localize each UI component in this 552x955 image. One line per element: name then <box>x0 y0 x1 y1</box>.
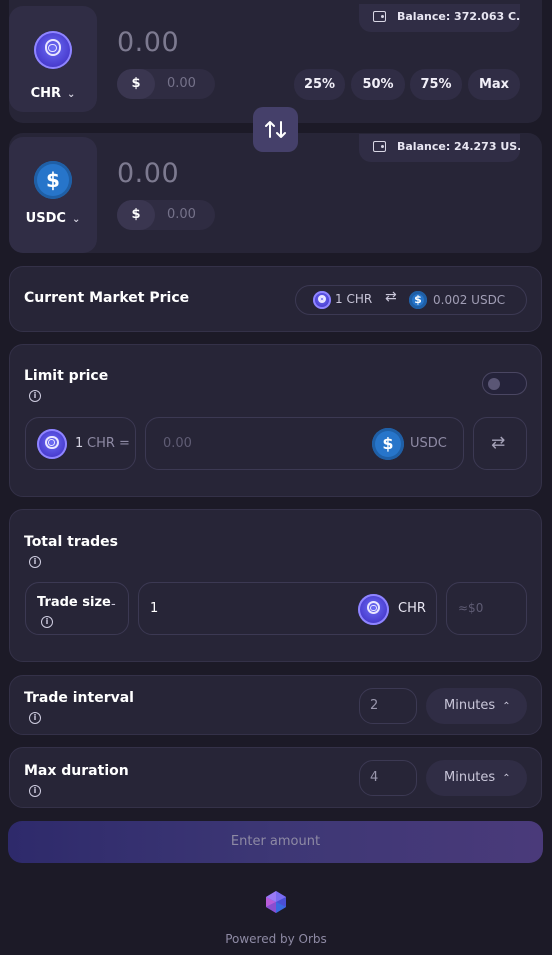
total-trades-value: 1 <box>150 601 159 616</box>
limit-quote-symbol: USDC <box>410 436 447 451</box>
info-icon[interactable]: i <box>29 556 41 568</box>
limit-base-amount: 1 <box>75 436 84 451</box>
percent-75-button[interactable]: 75% <box>410 69 462 100</box>
chr-token-icon <box>313 291 331 309</box>
orbs-logo-icon <box>266 891 286 913</box>
percent-25-button[interactable]: 25% <box>294 69 345 100</box>
swap-arrows-icon <box>265 121 286 138</box>
usd-estimate: ≈$0 <box>458 601 484 615</box>
limit-price-toggle[interactable] <box>482 372 527 395</box>
total-trades-label: Total trades <box>24 534 119 550</box>
to-usd-amount: 0.00 <box>167 207 196 222</box>
to-balance[interactable]: Balance: 24.273 US... <box>359 134 520 162</box>
limit-base-token: 1 CHR = <box>25 417 136 470</box>
max-duration-unit: Minutes <box>444 770 496 785</box>
trade-size-dash: - <box>111 597 116 612</box>
dollar-icon: $ <box>117 200 155 230</box>
usd-estimate-box: ≈$0 <box>446 582 527 635</box>
market-price-label: Current Market Price <box>24 290 190 306</box>
to-usd-value: $ 0.00 <box>117 200 215 230</box>
max-duration-input[interactable]: 4 <box>359 760 417 796</box>
from-token-selector[interactable]: CHR ⌄ <box>9 6 97 112</box>
percent-50-button[interactable]: 50% <box>351 69 405 100</box>
from-token-symbol: CHR <box>30 86 62 101</box>
to-token-selector[interactable]: $ USDC ⌄ <box>9 137 97 253</box>
market-price-pill: 1 CHR ⇄ $ 0.002 USDC <box>295 285 527 315</box>
info-icon[interactable]: i <box>41 616 53 628</box>
trade-interval-input[interactable]: 2 <box>359 688 417 724</box>
info-icon[interactable]: i <box>29 712 41 724</box>
toggle-knob <box>488 378 500 390</box>
chevron-down-icon: ⌄ <box>71 214 81 225</box>
powered-by: Powered by Orbs <box>225 932 327 946</box>
submit-button[interactable]: Enter amount <box>8 821 543 863</box>
market-price-from: 1 CHR <box>335 292 373 306</box>
from-usd-value: $ 0.00 <box>117 69 215 99</box>
limit-price-input[interactable]: 0.00 $ USDC <box>145 417 464 470</box>
to-balance-text: Balance: 24.273 US... <box>397 140 520 153</box>
from-usd-amount: 0.00 <box>167 76 196 91</box>
exchange-arrows-icon: ⇄ <box>491 433 506 453</box>
limit-price-value: 0.00 <box>163 436 192 451</box>
exchange-arrows-icon: ⇄ <box>385 289 397 305</box>
submit-label: Enter amount <box>230 834 321 849</box>
from-balance-text: Balance: 372.063 C... <box>397 10 520 23</box>
usdc-token-icon: $ <box>409 291 427 309</box>
dollar-icon: $ <box>117 69 155 99</box>
swap-direction-button[interactable] <box>253 107 298 152</box>
trade-interval-label: Trade interval <box>24 690 134 706</box>
wallet-icon <box>373 141 386 152</box>
max-button[interactable]: Max <box>468 69 520 100</box>
info-icon[interactable]: i <box>29 390 41 402</box>
trade-interval-unit: Minutes <box>444 698 496 713</box>
trade-size-box: Trade size - i <box>25 582 129 635</box>
invert-price-button[interactable]: ⇄ <box>473 417 527 470</box>
total-trades-input[interactable]: 1 CHR <box>138 582 437 635</box>
max-duration-unit-dropdown[interactable]: Minutes ⌃ <box>426 760 527 796</box>
total-trades-token: CHR <box>398 601 426 616</box>
usdc-token-icon: $ <box>372 428 404 460</box>
limit-price-label: Limit price <box>24 368 109 384</box>
to-amount-output: 0.00 <box>117 158 180 189</box>
chevron-up-icon: ⌃ <box>502 773 511 784</box>
chevron-down-icon: ⌄ <box>67 89 76 100</box>
chr-token-icon <box>37 429 67 459</box>
market-price-to: 0.002 USDC <box>433 293 506 307</box>
info-icon[interactable]: i <box>29 785 41 797</box>
from-amount-input[interactable]: 0.00 <box>117 27 179 58</box>
limit-base-symbol: CHR = <box>87 436 130 451</box>
orbs-logo <box>264 890 288 914</box>
chr-token-icon <box>358 594 389 625</box>
chr-token-icon <box>34 31 72 69</box>
trade-size-label: Trade size <box>37 595 111 610</box>
from-balance[interactable]: Balance: 372.063 C... <box>359 4 520 32</box>
chevron-up-icon: ⌃ <box>502 701 511 712</box>
max-duration-label: Max duration <box>24 763 129 779</box>
wallet-icon <box>373 11 386 22</box>
trade-interval-unit-dropdown[interactable]: Minutes ⌃ <box>426 688 527 724</box>
to-token-symbol: USDC <box>25 211 66 226</box>
usdc-token-icon: $ <box>34 161 72 199</box>
